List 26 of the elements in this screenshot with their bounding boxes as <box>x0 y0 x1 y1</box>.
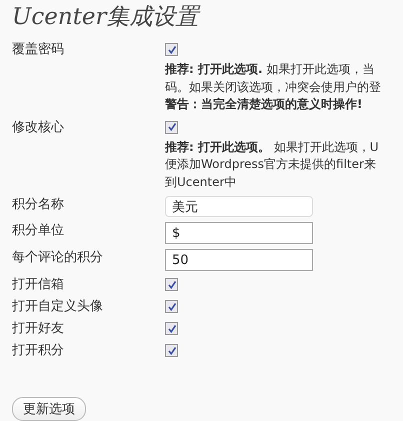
checkbox[interactable] <box>165 344 178 357</box>
field-label: 积分名称 <box>12 196 65 214</box>
checkbox[interactable] <box>165 278 178 291</box>
field-label: 打开好友 <box>12 320 65 337</box>
description-text: 到Ucenter中 <box>165 174 236 190</box>
description-text: 便添加Wordpress官方未提供的filter来 <box>165 156 376 173</box>
description-text: 警告：当完全清楚选项的意义时操作! <box>165 96 362 113</box>
update-button[interactable]: 更新选项 <box>12 397 86 421</box>
checkbox[interactable] <box>165 120 178 134</box>
description-text: 推荐: 打开此选项. 如果打开此选项，当 <box>165 61 374 78</box>
field-label: 打开信箱 <box>12 276 65 293</box>
field-label: 打开积分 <box>12 342 65 359</box>
input-field[interactable]: $ <box>165 222 313 244</box>
description-text: 推荐: 打开此选项。 如果打开此选项，U <box>165 138 379 156</box>
checkbox[interactable] <box>165 322 178 335</box>
field-label: 积分单位 <box>12 222 65 240</box>
description-text: 码。如果关闭该选项，冲突会使用户的登 <box>165 78 381 96</box>
input-field[interactable]: 美元 <box>165 196 313 217</box>
field-label: 打开自定义头像 <box>12 298 104 315</box>
page-title: Ucenter集成设置 <box>12 3 202 32</box>
checkbox[interactable] <box>165 300 178 313</box>
checkbox[interactable] <box>165 43 178 56</box>
field-label: 修改核心 <box>12 118 65 136</box>
input-field[interactable]: 50 <box>165 249 313 271</box>
field-label: 每个评论的积分 <box>12 249 104 267</box>
field-label: 覆盖密码 <box>12 41 65 59</box>
